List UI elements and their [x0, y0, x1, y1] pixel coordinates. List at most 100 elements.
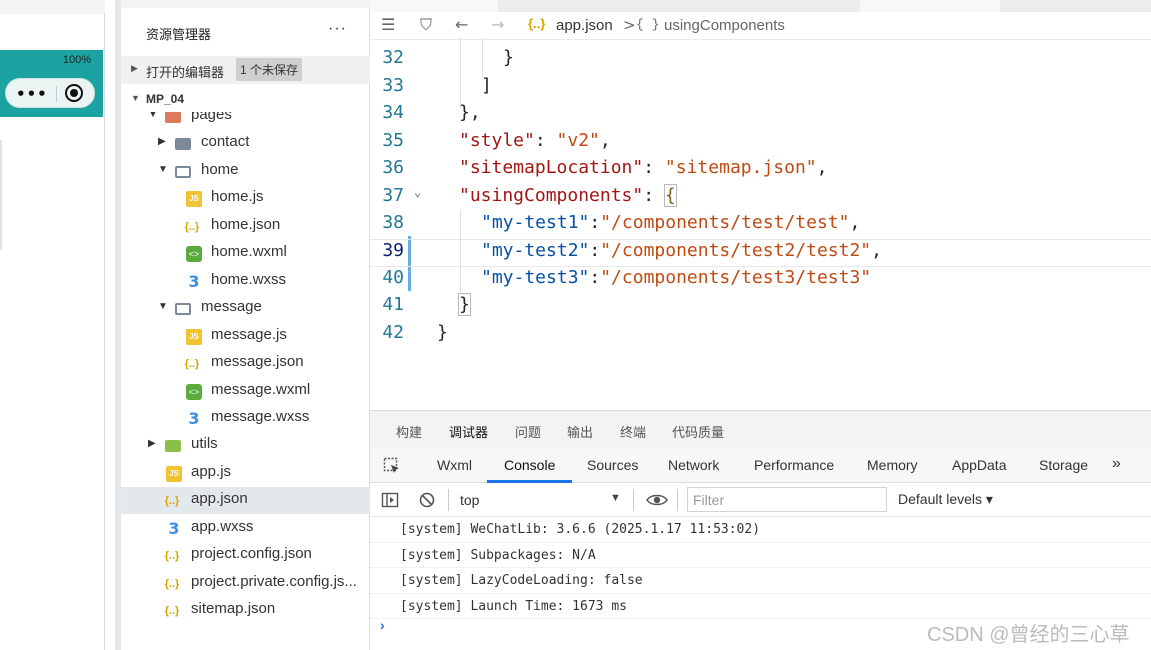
js-file-icon: JS — [186, 329, 202, 345]
more-dots-icon[interactable]: ••• — [16, 85, 48, 103]
folder-icon — [165, 440, 181, 452]
json-file-icon: {..} — [184, 358, 200, 370]
tree-item-label: project.private.config.js... — [191, 573, 357, 590]
context-select[interactable]: top — [460, 492, 479, 508]
close-target-icon[interactable] — [65, 84, 83, 102]
more-tabs-icon[interactable]: » — [1112, 455, 1121, 473]
tab-network[interactable]: Network — [668, 457, 719, 473]
wxml-file-icon: <> — [186, 246, 202, 262]
list-icon[interactable]: ☰ — [381, 15, 395, 34]
tree-file-home-wxml[interactable]: <> home.wxml — [121, 240, 370, 267]
forward-arrow-icon[interactable]: → — [491, 15, 504, 34]
tree-item-label: message.wxml — [211, 381, 311, 398]
wxss-file-icon: 3 — [188, 409, 200, 428]
tree-file-message-js[interactable]: JS message.js — [121, 323, 370, 350]
json-key: "my-test3" — [481, 267, 590, 288]
clear-console-icon[interactable] — [418, 491, 436, 509]
simulator-edge — [0, 140, 2, 250]
code-line: 32 } — [370, 47, 1151, 75]
tree-folder-contact[interactable]: ▶ contact — [121, 130, 370, 157]
tab-other[interactable] — [860, 0, 1000, 12]
fold-chevron-icon[interactable]: ⌄ — [414, 185, 421, 199]
file-tree: ▼ pages ▶ contact ▼ home JS home.js {..}… — [121, 112, 370, 622]
json-colon: : — [589, 240, 601, 261]
capsule-button[interactable]: ••• — [5, 78, 95, 108]
more-actions-button[interactable]: ··· — [328, 20, 347, 38]
tree-file-sitemap[interactable]: {..} sitemap.json — [121, 597, 370, 622]
simulator-toolbar — [0, 0, 105, 14]
tree-file-app-wxss[interactable]: 3 app.wxss — [121, 515, 370, 542]
code-line: 40 "my-test3":"/components/test3/test3" — [370, 267, 1151, 295]
line-number: 37 — [382, 185, 404, 206]
tab-storage[interactable]: Storage — [1039, 457, 1088, 473]
tab-problems[interactable]: 问题 — [515, 422, 541, 441]
file-explorer: 资源管理器 ··· ▶ 打开的编辑器 1 个未保存 ▼ MP_04 ▼ page… — [121, 0, 370, 650]
tab-wxml[interactable]: Wxml — [437, 457, 472, 473]
tree-folder-pages[interactable]: ▼ pages — [121, 112, 370, 130]
tab-appdata[interactable]: AppData — [952, 457, 1006, 473]
tab-performance[interactable]: Performance — [754, 457, 834, 473]
tree-folder-message[interactable]: ▼ message — [121, 295, 370, 322]
json-brace: { — [663, 184, 677, 207]
tree-file-home-js[interactable]: JS home.js — [121, 185, 370, 212]
filter-input[interactable]: Filter — [687, 487, 887, 512]
log-levels-dropdown[interactable]: Default levels ▾ — [898, 491, 993, 508]
tree-file-home-json[interactable]: {..} home.json — [121, 213, 370, 240]
tree-item-label: home.json — [211, 216, 281, 233]
code-line: 41 } — [370, 293, 1151, 322]
tab-terminal[interactable]: 终端 — [620, 422, 646, 441]
tree-folder-home[interactable]: ▼ home — [121, 158, 370, 185]
json-key: "sitemapLocation" — [459, 157, 644, 178]
tab-code-quality[interactable]: 代码质量 — [672, 422, 724, 441]
chevron-right-icon: ▶ — [158, 136, 166, 147]
js-file-icon: JS — [186, 191, 202, 207]
tree-item-label: app.wxss — [191, 518, 254, 535]
tree-item-label: message.json — [211, 353, 304, 370]
tree-file-home-wxss[interactable]: 3 home.wxss — [121, 268, 370, 295]
line-number: 40 — [382, 267, 404, 288]
bookmark-icon[interactable]: ⛉ — [420, 15, 432, 35]
json-comma: , — [816, 157, 828, 178]
tree-file-project-config[interactable]: {..} project.config.json — [121, 542, 370, 569]
tree-file-app-js[interactable]: JS app.js — [121, 460, 370, 487]
project-root-section[interactable]: ▼ MP_04 — [121, 86, 370, 114]
tree-file-message-wxml[interactable]: <> message.wxml — [121, 378, 370, 405]
tree-item-label: contact — [201, 133, 250, 150]
tab-memory[interactable]: Memory — [867, 457, 918, 473]
tree-file-message-wxss[interactable]: 3 message.wxss — [121, 405, 370, 432]
tab-sources[interactable]: Sources — [587, 457, 638, 473]
code-text: } — [437, 322, 448, 343]
breadcrumb-file[interactable]: app.json — [556, 17, 613, 34]
open-editors-section[interactable]: ▶ 打开的编辑器 1 个未保存 — [121, 56, 370, 84]
tree-file-project-private-config[interactable]: {..} project.private.config.js... — [121, 570, 370, 597]
tab-debugger[interactable]: 调试器 — [449, 422, 488, 441]
console-prompt[interactable]: › — [380, 617, 385, 633]
tree-file-app-json[interactable]: {..} app.json — [121, 487, 370, 514]
tab-build[interactable]: 构建 — [396, 422, 422, 441]
json-file-icon: {..} — [184, 221, 200, 233]
line-number: 35 — [382, 130, 404, 151]
tree-item-label: message — [201, 298, 262, 315]
tree-file-message-json[interactable]: {..} message.json — [121, 350, 370, 377]
json-comma: , — [871, 240, 882, 261]
code-line: 37 ⌄ "usingComponents": { — [370, 184, 1151, 213]
code-line: 34 }, — [370, 102, 1151, 130]
json-colon: : — [534, 130, 557, 151]
tab-app-json[interactable] — [370, 0, 498, 12]
code-line-current: 39 "my-test2":"/components/test2/test2", — [370, 239, 1151, 267]
dropdown-arrow-icon[interactable]: ▼ — [610, 492, 621, 504]
tree-folder-utils[interactable]: ▶ utils — [121, 432, 370, 459]
breadcrumb-symbol[interactable]: usingComponents — [664, 17, 785, 34]
tab-console[interactable]: Console — [504, 457, 555, 473]
chevron-down-icon: ▼ — [158, 301, 168, 312]
inspect-element-icon[interactable] — [383, 457, 401, 475]
folder-icon — [175, 138, 191, 150]
sidebar-toggle-icon[interactable] — [381, 491, 399, 509]
tab-output[interactable]: 输出 — [567, 422, 593, 441]
chevron-down-icon: ▼ — [131, 93, 140, 103]
eye-icon[interactable] — [646, 491, 668, 509]
back-arrow-icon[interactable]: ← — [455, 15, 468, 34]
bottom-panel: 构建 调试器 问题 输出 终端 代码质量 Wxml Console Source… — [370, 410, 1151, 650]
tree-item-label: message.js — [211, 326, 287, 343]
json-file-icon: {..} — [164, 550, 180, 562]
